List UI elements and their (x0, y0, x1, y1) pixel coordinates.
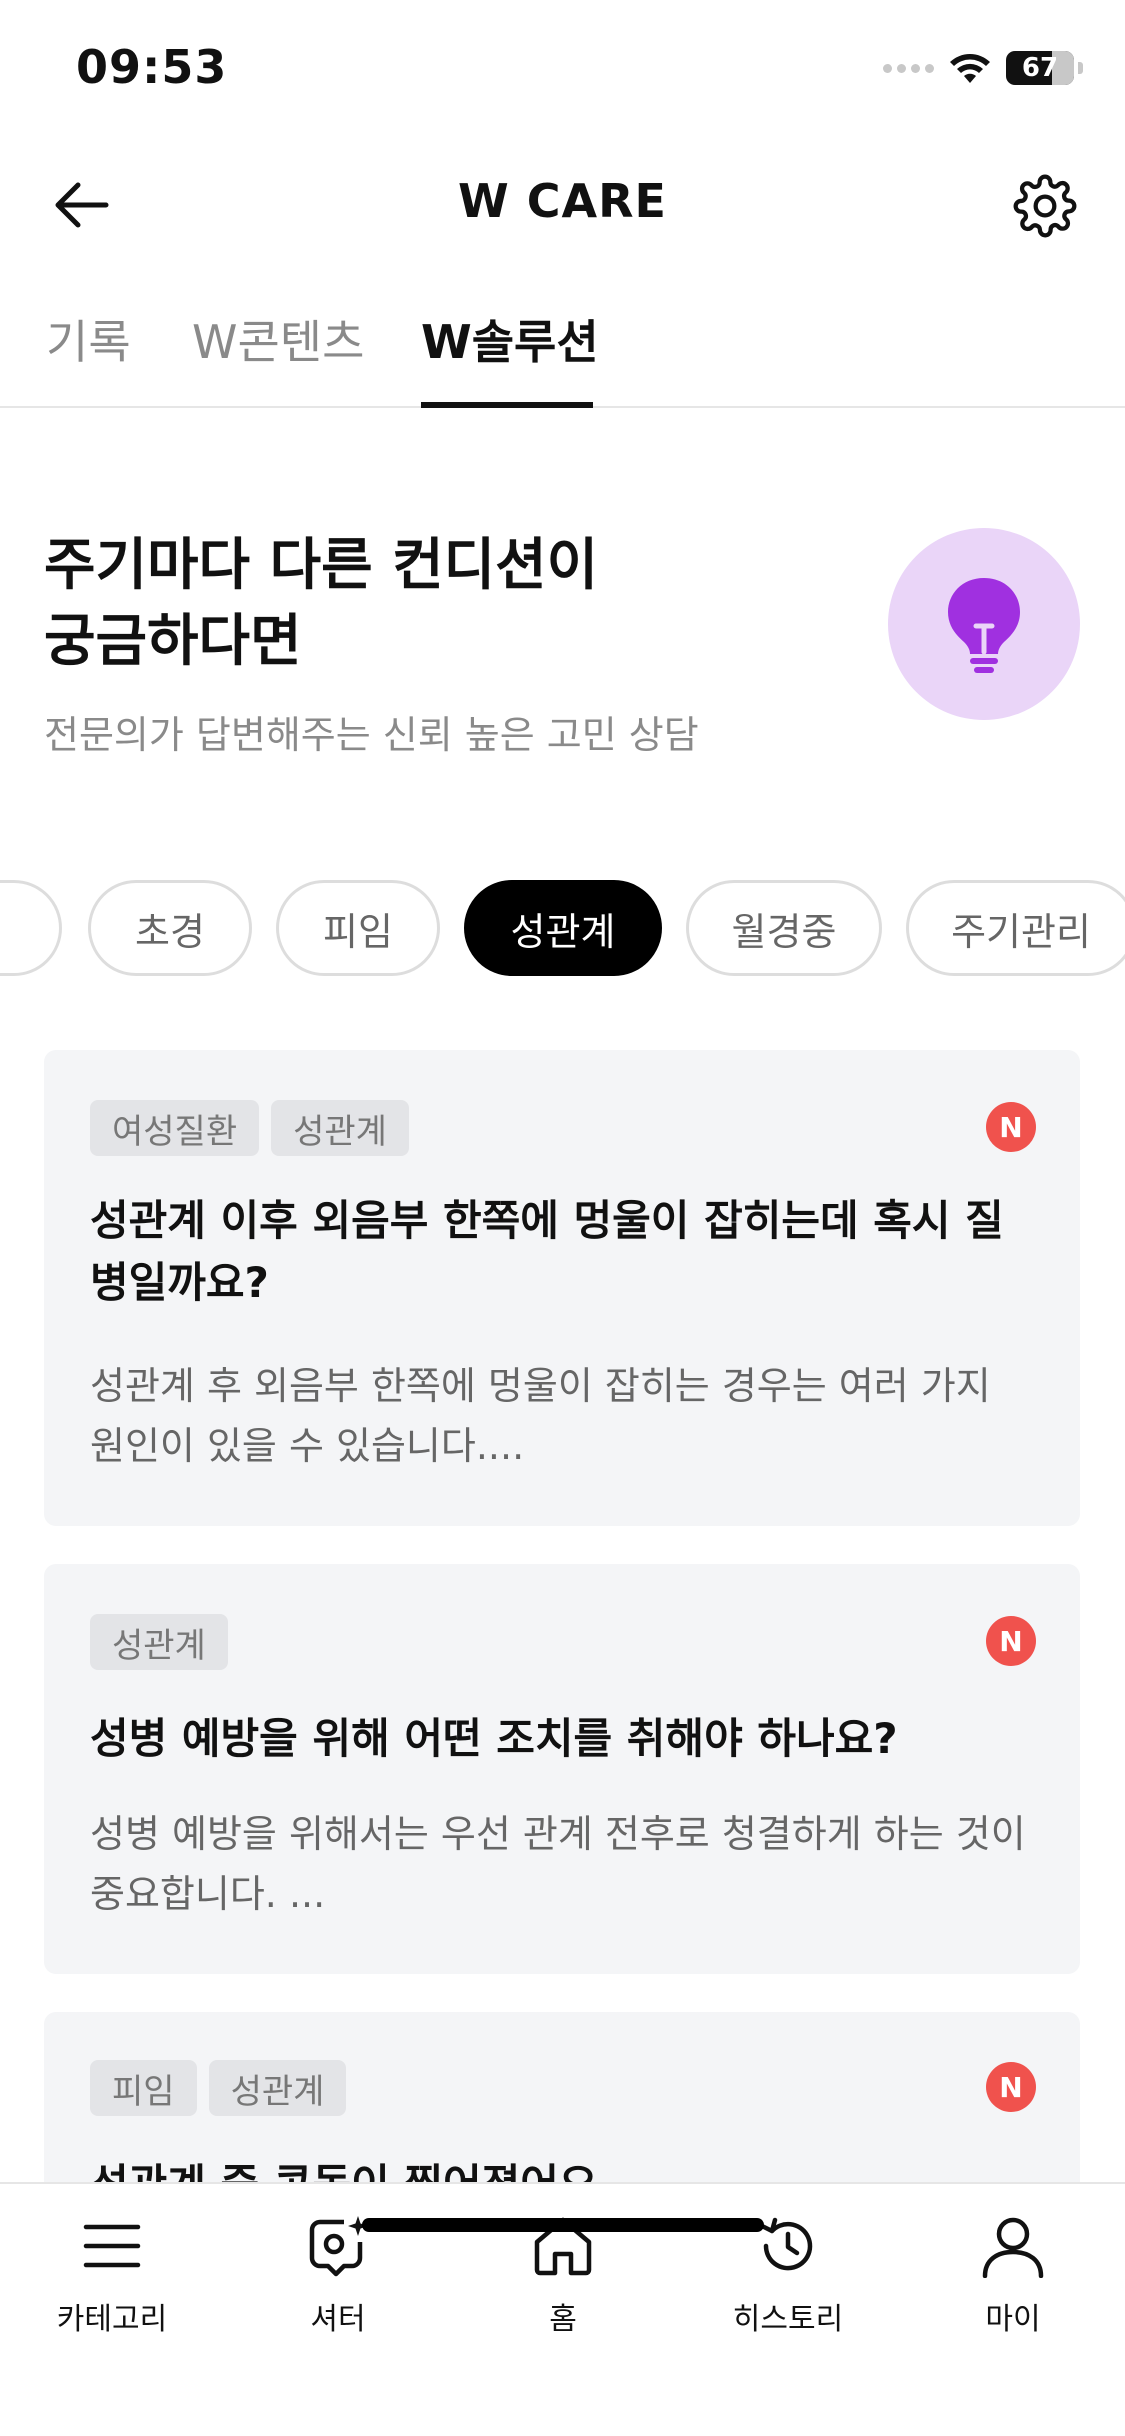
chip-category[interactable]: 주기관리 (906, 880, 1125, 976)
chip-category-selected[interactable]: 성관계 (464, 880, 662, 976)
chip-category[interactable]: 문 (0, 880, 62, 976)
nav-label: 홈 (549, 2302, 577, 2337)
battery-cap (1078, 62, 1083, 74)
battery-icon: 67 (1006, 51, 1074, 85)
nav-label: 셔터 (310, 2302, 366, 2337)
new-badge: N (986, 1616, 1036, 1666)
tag: 성관계 (208, 2060, 347, 2116)
cellular-signal-icon (883, 63, 934, 73)
qa-card[interactable]: 성관계 N 성병 예방을 위해 어떤 조치를 취해야 하나요? 성병 예방을 위… (44, 1564, 1080, 1974)
menu-icon (72, 2206, 152, 2286)
tag: 여성질환 (90, 1100, 260, 1156)
card-title: 성관계 이후 외음부 한쪽에 멍울이 잡히는데 혹시 질병일까요? (90, 1196, 1004, 1307)
category-chips: 문 초경 피임 성관계 월경중 주기관리 (0, 880, 1125, 980)
nav-category[interactable]: 카테고리 (12, 2206, 212, 2338)
gear-icon (1013, 174, 1077, 238)
app-header: W CARE (0, 150, 1125, 260)
tag-list: 여성질환 성관계 (90, 1100, 409, 1156)
hero-icon-circle (888, 528, 1080, 720)
person-icon (973, 2206, 1053, 2286)
tab-records[interactable]: 기록 (46, 306, 131, 402)
tag: 피임 (90, 2060, 197, 2116)
tag-list: 피임 성관계 (90, 2060, 347, 2116)
settings-button[interactable] (1005, 166, 1085, 246)
card-title: 성병 예방을 위해 어떤 조치를 취해야 하나요? (90, 1714, 898, 1763)
qa-card[interactable]: 여성질환 성관계 N 성관계 이후 외음부 한쪽에 멍울이 잡히는데 혹시 질병… (44, 1050, 1080, 1526)
tab-w-solution[interactable]: W솔루션 (421, 306, 599, 402)
status-bar: 09:53 67 (0, 0, 1125, 140)
new-badge: N (986, 2062, 1036, 2112)
tag: 성관계 (271, 1100, 409, 1156)
chip-category[interactable]: 피임 (276, 880, 440, 976)
home-indicator (362, 2218, 764, 2232)
tag: 성관계 (90, 1614, 228, 1670)
page-title: W CARE (458, 174, 667, 228)
tab-w-contents[interactable]: W콘텐츠 (192, 306, 364, 402)
card-body: 성병 예방을 위해서는 우선 관계 전후로 청결하게 하는 것이 중요합니다. … (90, 1812, 1026, 1916)
nav-label: 카테고리 (56, 2302, 168, 2337)
nav-label: 마이 (985, 2302, 1041, 2337)
battery-level: 67 (1021, 53, 1059, 83)
lightbulb-icon (948, 578, 1020, 673)
tab-bar: 기록 W콘텐츠 W솔루션 (0, 290, 1125, 408)
chip-category[interactable]: 초경 (88, 880, 252, 976)
status-indicators: 67 (883, 48, 1083, 88)
card-body: 성관계 후 외음부 한쪽에 멍울이 잡히는 경우는 여러 가지 원인이 있을 수… (90, 1364, 991, 1468)
status-time: 09:53 (76, 40, 228, 94)
active-tab-underline (421, 402, 593, 408)
new-badge: N (986, 1102, 1036, 1152)
nav-label: 히스토리 (732, 2302, 844, 2337)
hero-title: 주기마다 다른 컨디션이 궁금하다면 (44, 533, 599, 674)
wifi-icon (950, 54, 990, 83)
hero-subtitle: 전문의가 답변해주는 신뢰 높은 고민 상담 (44, 713, 699, 757)
nav-my[interactable]: 마이 (913, 2206, 1113, 2338)
chip-category[interactable]: 월경중 (686, 880, 882, 976)
tag-list: 성관계 (90, 1614, 228, 1670)
